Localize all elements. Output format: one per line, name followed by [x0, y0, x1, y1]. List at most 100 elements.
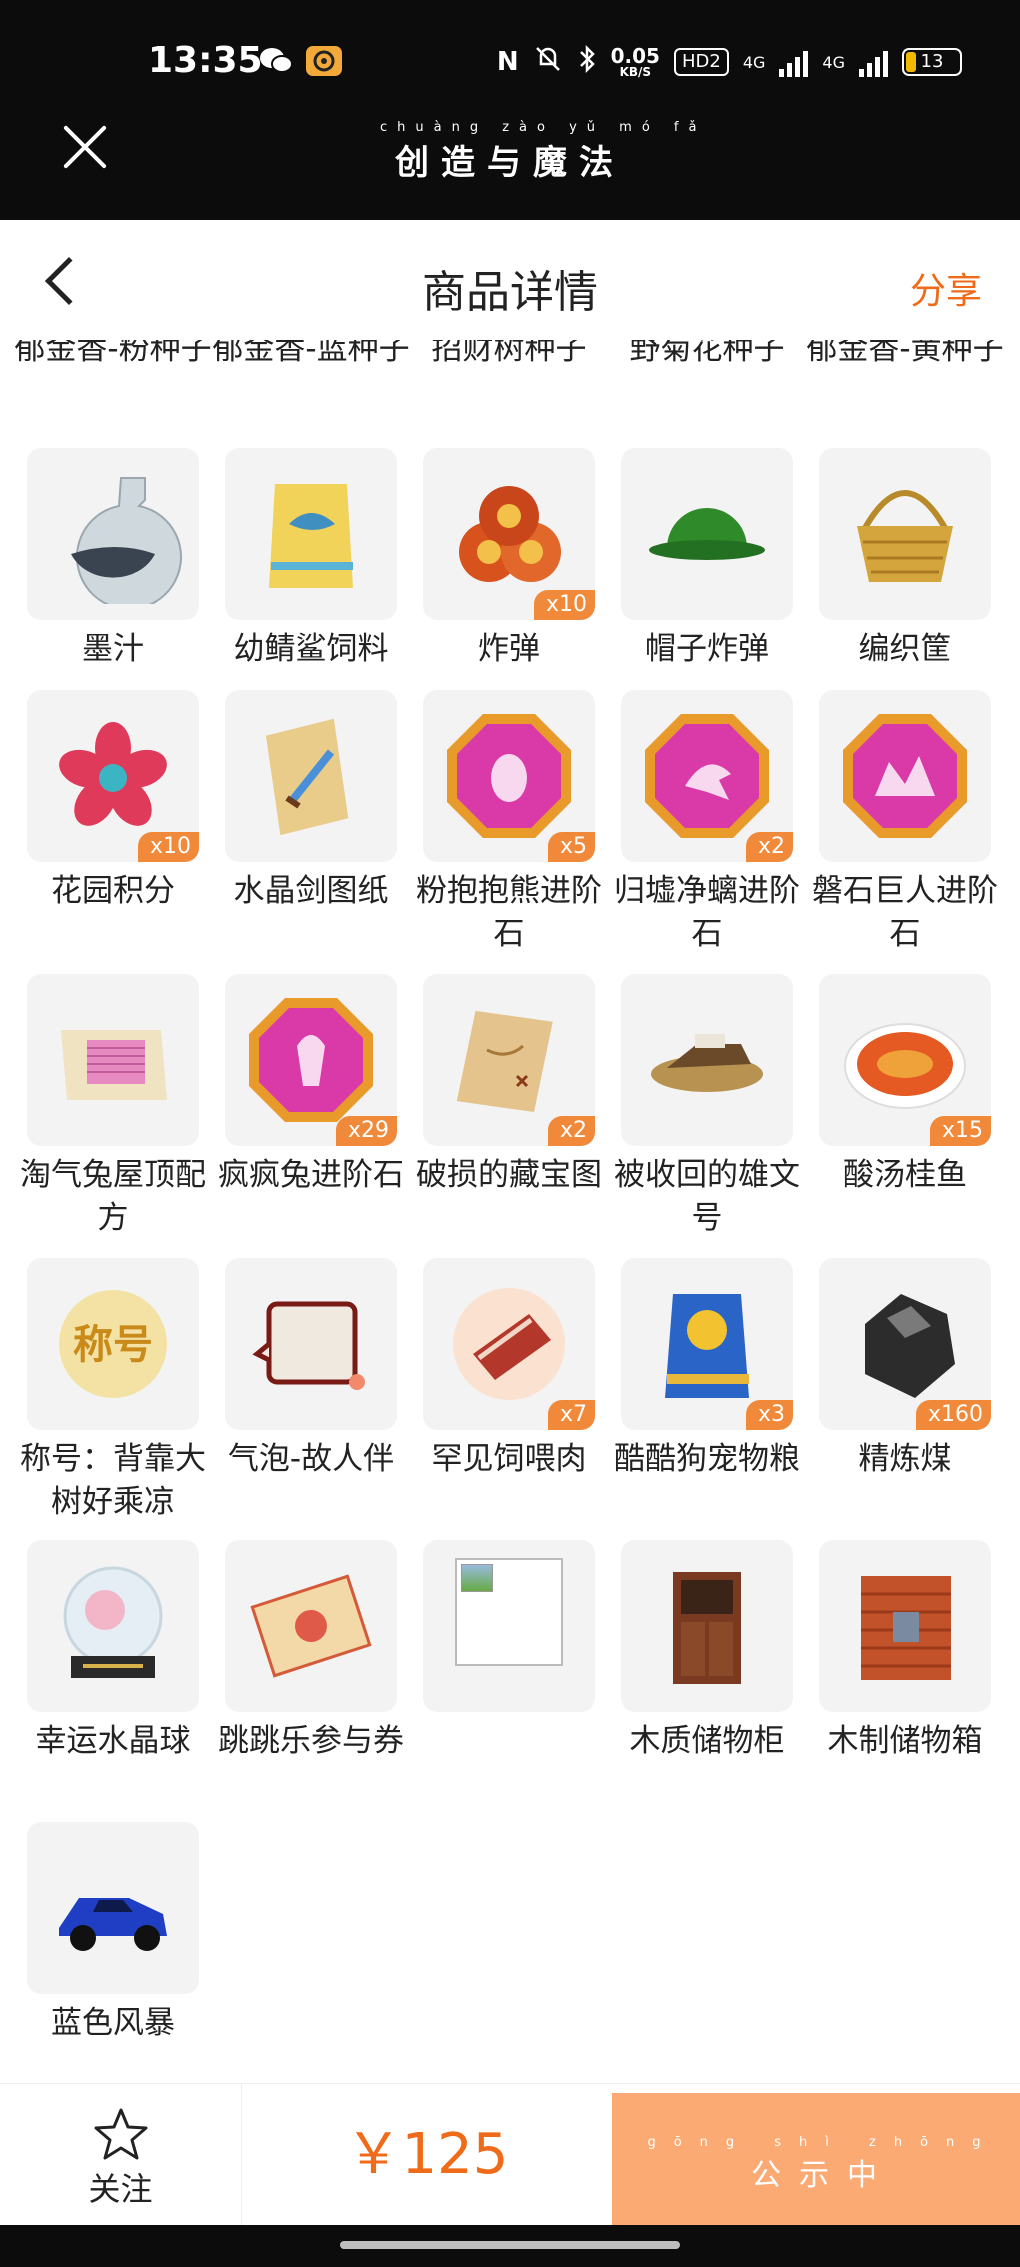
mute-icon [533, 44, 563, 80]
list-item[interactable]: 蓝色风暴 [14, 1822, 212, 2045]
list-item[interactable]: 郁金香-粉种子 [14, 340, 212, 371]
quantity-badge: x7 [547, 1400, 595, 1430]
treasure-map-icon: x2 [423, 974, 595, 1146]
ink-bottle-icon [27, 448, 199, 620]
quantity-badge: x10 [137, 832, 199, 862]
list-item[interactable]: 木质储物柜 [608, 1540, 806, 1763]
list-item[interactable]: x15 酸汤桂鱼 [806, 974, 1004, 1197]
list-item[interactable]: 磐石巨人进阶石 [806, 690, 1004, 956]
close-icon[interactable] [62, 124, 108, 170]
share-button[interactable]: 分享 [910, 262, 982, 314]
gem-rock-icon [819, 690, 991, 862]
signal-strength-2-icon [859, 47, 888, 77]
bottom-action-bar: 关注 ￥125 gōng shì zhōng 公示中 [0, 2083, 1020, 2226]
pet-food-icon: x3 [621, 1258, 793, 1430]
list-item[interactable]: 墨汁 [14, 448, 212, 671]
battery-icon: 13 [902, 48, 962, 76]
quantity-badge: x10 [533, 590, 595, 620]
follow-label: 关注 [88, 2170, 153, 2208]
quantity-badge: x160 [915, 1400, 991, 1430]
list-item[interactable]: x10 花园积分 [14, 690, 212, 913]
list-item[interactable]: x2 破损的藏宝图 [410, 974, 608, 1197]
net-type-1: 4G [742, 52, 766, 72]
list-item[interactable]: 招财树种子 [410, 340, 608, 371]
quantity-badge: x2 [547, 1116, 595, 1146]
list-item[interactable]: x10 炸弹 [410, 448, 608, 671]
star-icon [94, 2108, 147, 2160]
list-item[interactable]: 淘气兔屋顶配方 [14, 974, 212, 1240]
wechat-icon [258, 46, 294, 76]
list-item[interactable]: x5 粉抱抱熊进阶石 [410, 690, 608, 956]
list-item[interactable] [410, 1540, 608, 1720]
nfc-icon: N [496, 47, 519, 77]
feed-bag-icon [225, 448, 397, 620]
status-pinyin: gōng shì zhōng [647, 2135, 999, 2150]
app-notification-icon [306, 46, 342, 76]
chat-bubble-icon [225, 1258, 397, 1430]
list-item[interactable]: 气泡-故人伴 [212, 1258, 410, 1481]
list-item[interactable]: 野菊花种子 [608, 340, 806, 371]
coal-icon: x160 [819, 1258, 991, 1430]
follow-button[interactable]: 关注 [0, 2084, 242, 2226]
status-label: 公示中 [751, 2158, 895, 2193]
basket-icon [819, 448, 991, 620]
list-item[interactable]: 木制储物箱 [806, 1540, 1004, 1763]
quantity-badge: x2 [745, 832, 793, 862]
roof-recipe-icon [27, 974, 199, 1146]
list-item[interactable]: x7 罕见饲喂肉 [410, 1258, 608, 1481]
quantity-badge: x29 [335, 1116, 397, 1146]
fish-soup-icon: x15 [819, 974, 991, 1146]
status-button[interactable]: gōng shì zhōng 公示中 [612, 2093, 1020, 2226]
gem-egg-icon: x5 [423, 690, 595, 862]
list-item[interactable]: x29 疯疯兔进阶石 [212, 974, 410, 1197]
app-title-pinyin: chuàng zào yǔ mó fǎ [380, 120, 707, 135]
sword-scroll-icon [225, 690, 397, 862]
home-indicator[interactable] [340, 2241, 680, 2249]
gesture-bar [0, 2225, 1020, 2267]
crystal-ball-icon [27, 1540, 199, 1712]
price: ￥125 [345, 2122, 509, 2187]
list-item[interactable]: 帽子炸弹 [608, 448, 806, 671]
bluetooth-icon [577, 44, 597, 80]
garden-points-icon: x10 [27, 690, 199, 862]
list-item[interactable]: 编织筐 [806, 448, 1004, 671]
list-item[interactable]: x3 酷酷狗宠物粮 [608, 1258, 806, 1481]
status-indicators: N 0.05 KB/S HD2 4G 4G 13 [497, 44, 962, 80]
broken-image-icon [423, 1540, 595, 1712]
list-item[interactable]: 跳跳乐参与券 [212, 1540, 410, 1763]
quantity-badge: x5 [547, 832, 595, 862]
list-item[interactable]: 水晶剑图纸 [212, 690, 410, 913]
wood-box-icon [819, 1540, 991, 1712]
net-type-2: 4G [822, 52, 845, 72]
signal-strength-icon [779, 47, 809, 77]
race-car-icon [27, 1822, 199, 1994]
gem-dragon-icon: x2 [621, 690, 793, 862]
app-title-text: 创造与魔法 [395, 143, 625, 183]
hd-voice-badge: HD2 [673, 48, 729, 76]
system-status-bar: 13:35 N 0.05 KB/S HD2 4G 4G 13 chuàng zà… [0, 0, 1020, 220]
quantity-badge: x15 [929, 1116, 991, 1146]
item-grid: 郁金香-粉种子 郁金香-蓝种子 招财树种子 野菊花种子 郁金香-黄种子 墨汁 幼… [0, 340, 1020, 2045]
title-badge-icon: 称号 [27, 1258, 199, 1430]
status-time: 13:35 [148, 40, 263, 81]
list-item[interactable]: 幼鲭鲨饲料 [212, 448, 410, 671]
hat-bomb-icon [621, 448, 793, 620]
list-item[interactable]: x2 归墟净螭进阶石 [608, 690, 806, 956]
gem-rabbit-icon: x29 [225, 974, 397, 1146]
cabinet-icon [621, 1540, 793, 1712]
list-item[interactable]: 郁金香-黄种子 [806, 340, 1004, 371]
meat-icon: x7 [423, 1258, 595, 1430]
shipwreck-icon [621, 974, 793, 1146]
svg-text:称号: 称号 [73, 1322, 153, 1368]
app-title: chuàng zào yǔ mó fǎ 创造与魔法 [380, 120, 707, 184]
list-item[interactable]: 幸运水晶球 [14, 1540, 212, 1763]
list-item[interactable]: 被收回的雄文号 [608, 974, 806, 1240]
ticket-icon [225, 1540, 397, 1712]
list-item[interactable]: 郁金香-蓝种子 [212, 340, 410, 371]
list-item[interactable]: 称号 称号：背靠大树好乘凉 [14, 1258, 212, 1524]
list-item[interactable]: x160 精炼煤 [806, 1258, 1004, 1481]
page-title: 商品详情 [422, 267, 598, 318]
bomb-icon: x10 [423, 448, 595, 620]
quantity-badge: x3 [745, 1400, 793, 1430]
page-header: 商品详情 分享 [0, 220, 1020, 350]
